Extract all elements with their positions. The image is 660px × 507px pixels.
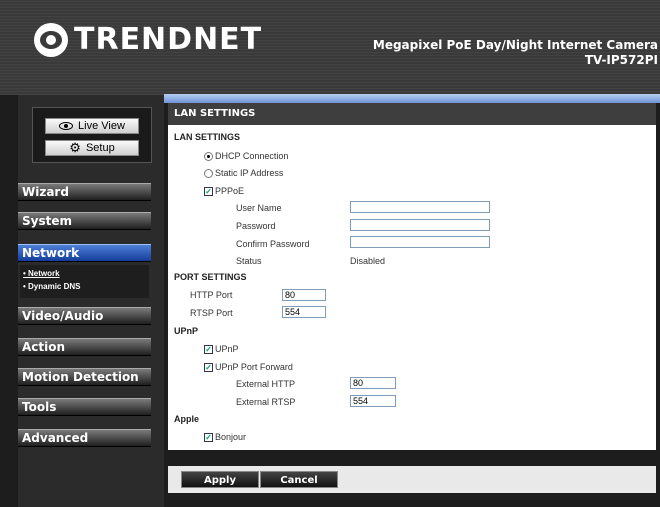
form-actions: Apply Cancel	[168, 466, 656, 493]
bonjour-label: Bonjour	[215, 432, 247, 442]
user-name-label: User Name	[236, 203, 282, 213]
nav-tools[interactable]: Tools	[18, 398, 151, 416]
nav-network[interactable]: Network	[18, 244, 151, 262]
upnp-port-forward-option[interactable]: ✓ UPnP Port Forward	[204, 362, 293, 372]
external-rtsp-label: External RTSP	[236, 397, 296, 407]
bonjour-option[interactable]: ✓ Bonjour	[204, 432, 246, 442]
cancel-button[interactable]: Cancel	[260, 471, 338, 488]
dhcp-radio[interactable]	[204, 151, 213, 161]
password-input[interactable]	[350, 219, 490, 231]
nav-motion-detection[interactable]: Motion Detection	[18, 368, 151, 386]
setup-label: Setup	[85, 142, 115, 154]
nav-system[interactable]: System	[18, 212, 151, 230]
upnp-port-forward-label: UPnP Port Forward	[215, 362, 293, 372]
page-title: LAN SETTINGS	[168, 103, 656, 125]
nav-action[interactable]: Action	[18, 338, 151, 356]
dhcp-label: DHCP Connection	[215, 151, 289, 161]
brand-name: TRENDNET	[74, 22, 263, 57]
eye-icon	[59, 122, 74, 130]
pppoe-status-label: Status	[236, 256, 262, 266]
rtsp-port-input[interactable]: 554	[282, 306, 326, 318]
nav-video-audio[interactable]: Video/Audio	[18, 307, 151, 325]
rtsp-port-label: RTSP Port	[190, 308, 233, 318]
apple-heading: Apple	[174, 414, 200, 424]
nav-wizard[interactable]: Wizard	[18, 183, 151, 201]
quick-access: Live View ⚙ Setup	[32, 107, 152, 163]
http-port-input[interactable]: 80	[282, 289, 326, 301]
settings-panel: LAN SETTINGS LAN SETTINGS DHCP Connectio…	[168, 103, 656, 450]
pppoe-status-value: Disabled	[350, 256, 386, 266]
password-label: Password	[236, 221, 276, 231]
subnav-dynamic-dns[interactable]: • Dynamic DNS	[20, 280, 149, 293]
static-ip-label: Static IP Address	[215, 168, 284, 178]
network-submenu: • Network • Dynamic DNS	[20, 265, 149, 298]
port-settings-heading: PORT SETTINGS	[174, 272, 247, 282]
confirm-password-label: Confirm Password	[236, 239, 310, 249]
pppoe-option[interactable]: ✓ PPPoE	[204, 186, 244, 196]
http-port-label: HTTP Port	[190, 290, 233, 300]
upnp-heading: UPnP	[174, 326, 199, 336]
dhcp-option[interactable]: DHCP Connection	[204, 151, 288, 161]
external-http-input[interactable]: 80	[350, 377, 396, 389]
product-name: Megapixel PoE Day/Night Internet Camera	[372, 38, 658, 52]
upnp-option[interactable]: ✓ UPnP	[204, 344, 239, 354]
static-ip-radio[interactable]	[204, 168, 213, 178]
live-view-label: Live View	[78, 120, 125, 132]
header: TRENDNET Megapixel PoE Day/Night Interne…	[0, 0, 660, 95]
pppoe-label: PPPoE	[215, 186, 245, 196]
upnp-label: UPnP	[215, 344, 239, 354]
subnav-network[interactable]: • Network	[20, 267, 149, 280]
upnp-port-forward-checkbox[interactable]: ✓	[204, 362, 213, 372]
user-name-input[interactable]	[350, 201, 490, 213]
live-view-button[interactable]: Live View	[45, 118, 139, 134]
product-title: Megapixel PoE Day/Night Internet Camera …	[373, 38, 658, 68]
apply-button[interactable]: Apply	[181, 471, 259, 488]
panel-top-bar	[164, 94, 660, 103]
upnp-checkbox[interactable]: ✓	[204, 344, 213, 354]
external-rtsp-input[interactable]: 554	[350, 395, 396, 407]
bonjour-checkbox[interactable]: ✓	[204, 432, 213, 442]
pppoe-checkbox[interactable]: ✓	[204, 186, 213, 196]
confirm-password-input[interactable]	[350, 236, 490, 248]
trendnet-logo: TRENDNET	[34, 22, 262, 57]
logo-eye-icon	[34, 22, 68, 57]
external-http-label: External HTTP	[236, 379, 296, 389]
lan-settings-heading: LAN SETTINGS	[174, 132, 241, 142]
setup-button[interactable]: ⚙ Setup	[45, 140, 139, 156]
product-model: TV-IP572PI	[584, 53, 658, 67]
gear-icon: ⚙	[69, 140, 81, 155]
static-ip-option[interactable]: Static IP Address	[204, 168, 283, 178]
nav-advanced[interactable]: Advanced	[18, 429, 151, 447]
